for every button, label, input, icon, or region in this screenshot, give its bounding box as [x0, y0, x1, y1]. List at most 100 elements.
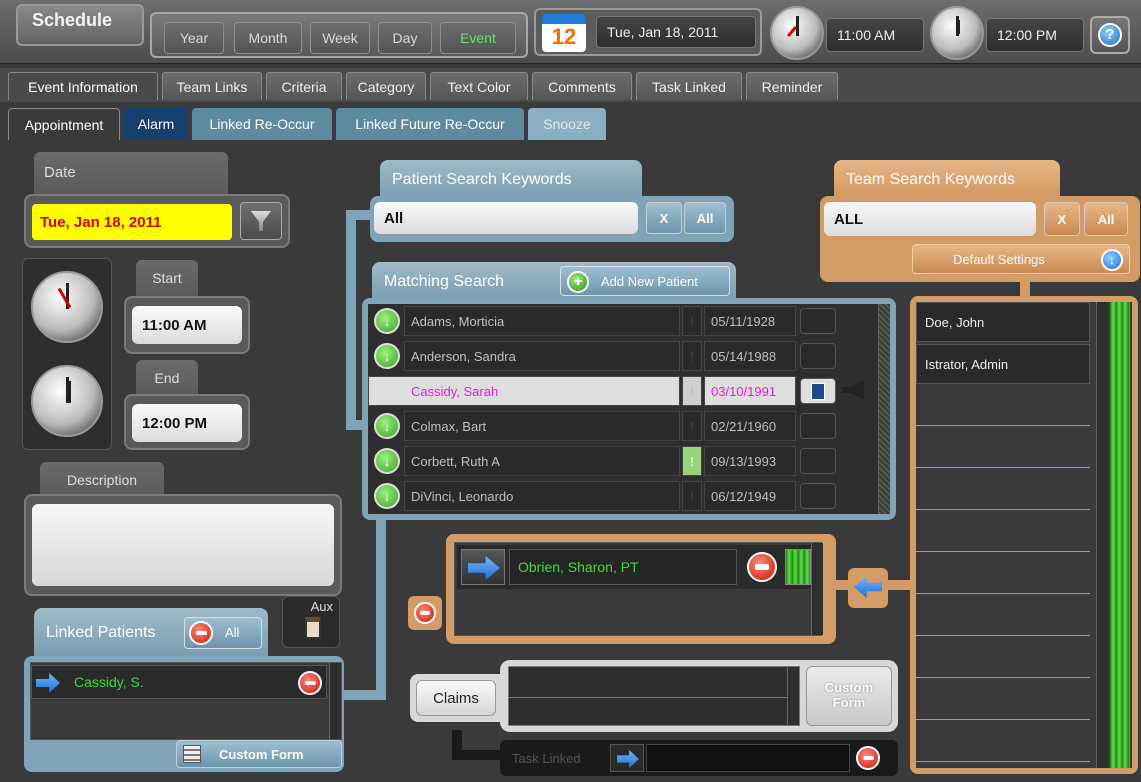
table-row[interactable]: Cassidy, Sarah! 03/10/1991 [368, 374, 878, 408]
end-time-field[interactable]: 12:00 PM [132, 404, 242, 442]
tab-event-information[interactable]: Event Information [8, 72, 158, 100]
description-field[interactable] [32, 504, 334, 586]
aux-button[interactable]: Aux [282, 596, 340, 648]
default-settings-dropdown[interactable]: Default Settings ↓ [912, 244, 1130, 274]
end-clock-icon[interactable] [930, 6, 984, 60]
table-row[interactable]: ↓ Adams, Morticia! 05/11/1928 [368, 304, 878, 338]
tab-criteria[interactable]: Criteria [266, 72, 342, 100]
remove-team-link-button[interactable] [408, 596, 442, 630]
remove-all-linked-button[interactable]: All [184, 617, 262, 649]
linked-patients-scrollbar[interactable] [329, 663, 341, 739]
blue-right-arrow-icon [36, 673, 60, 693]
team-search-all-button[interactable]: All [1084, 202, 1128, 236]
end-label: End [136, 360, 198, 398]
unlink-team-button[interactable] [461, 549, 505, 585]
patient-name: Cassidy, Sarah [368, 376, 680, 406]
header-end-time[interactable]: 12:00 PM [986, 18, 1084, 52]
list-item[interactable] [916, 638, 1090, 678]
claims-button[interactable]: Claims [416, 680, 496, 716]
table-row[interactable]: ↓ Anderson, Sandra! 05/14/1988 [368, 339, 878, 373]
date-field[interactable]: Tue, Jan 18, 2011 [32, 204, 232, 240]
green-down-arrow-icon[interactable]: ↓ [374, 448, 400, 474]
list-item[interactable]: Cassidy, S. [31, 665, 327, 699]
green-down-arrow-icon[interactable]: ↓ [374, 483, 400, 509]
list-item[interactable]: Obrien, Sharon, PT [457, 545, 811, 589]
tab-task-linked[interactable]: Task Linked [636, 72, 742, 100]
patient-search-clear-button[interactable]: X [646, 202, 682, 234]
green-down-arrow-icon[interactable]: ↓ [374, 343, 400, 369]
patient-name: Colmax, Bart [404, 411, 680, 441]
view-year-button[interactable]: Year [164, 22, 224, 54]
list-item[interactable] [916, 428, 1090, 468]
claims-scrollbar[interactable] [787, 667, 799, 725]
linked-patient-name: Cassidy, S. [74, 674, 144, 690]
subtab-alarm[interactable]: Alarm [124, 108, 188, 140]
subtab-appointment[interactable]: Appointment [8, 108, 120, 140]
table-row[interactable]: ↓ Corbett, Ruth A! 09/13/1993 [368, 444, 878, 478]
patient-search-input[interactable]: All [374, 202, 638, 234]
list-item[interactable]: Doe, John [916, 302, 1090, 342]
calendar-icon[interactable]: 12 [542, 14, 586, 52]
list-item[interactable] [916, 386, 1090, 426]
start-time-field[interactable]: 11:00 AM [132, 306, 242, 344]
view-month-button[interactable]: Month [234, 22, 302, 54]
patient-search-all-button[interactable]: All [684, 202, 726, 234]
end-clock-icon [31, 365, 103, 437]
list-item[interactable] [916, 722, 1090, 762]
header-start-time[interactable]: 11:00 AM [826, 18, 924, 52]
filter-button[interactable] [240, 202, 282, 240]
document-icon [811, 383, 825, 400]
subtab-linked-future-re-occur[interactable]: Linked Future Re-Occur [336, 108, 524, 140]
table-row[interactable]: ↓ DiVinci, Leonardo! 06/12/1949 [368, 479, 878, 513]
patient-name: Anderson, Sandra [404, 341, 680, 371]
list-item[interactable] [916, 470, 1090, 510]
default-settings-label: Default Settings [953, 251, 1045, 267]
remove-task-linked-icon[interactable] [856, 746, 880, 770]
task-linked-arrow-button[interactable] [610, 744, 644, 772]
help-button[interactable]: ? [1090, 16, 1130, 54]
team-search-input[interactable]: ALL [824, 202, 1036, 236]
subtab-linked-re-occur[interactable]: Linked Re-Occur [192, 108, 332, 140]
green-down-arrow-icon[interactable]: ↓ [374, 308, 400, 334]
list-item[interactable] [916, 554, 1090, 594]
add-new-patient-button[interactable]: + Add New Patient [560, 266, 730, 296]
link-team-button[interactable] [848, 568, 888, 608]
table-row[interactable]: ↓ Colmax, Bart! 02/21/1960 [368, 409, 878, 443]
list-item[interactable] [916, 596, 1090, 636]
remove-linked-team-icon[interactable] [747, 552, 777, 582]
view-week-button[interactable]: Week [310, 22, 370, 54]
tab-comments[interactable]: Comments [532, 72, 632, 100]
claims-custom-form-button[interactable]: Custom Form [806, 666, 892, 726]
document-button[interactable] [800, 378, 836, 404]
patient-list-scrollbar[interactable] [878, 304, 890, 514]
team-search-clear-button[interactable]: X [1044, 202, 1080, 236]
linked-custom-form-button[interactable]: Custom Form [176, 740, 342, 768]
end-panel: 12:00 PM [124, 394, 250, 450]
view-day-button[interactable]: Day [378, 22, 432, 54]
remove-linked-patient-icon[interactable] [298, 671, 322, 695]
aux-label: Aux [310, 599, 333, 614]
megaphone-icon[interactable] [842, 380, 866, 402]
connector-line [452, 750, 502, 760]
list-item[interactable]: Istrator, Admin [916, 344, 1090, 384]
linked-team-scrollbar[interactable] [811, 543, 823, 635]
tab-text-color[interactable]: Text Color [430, 72, 528, 100]
subtab-snooze[interactable]: Snooze [528, 108, 606, 140]
green-down-arrow-icon[interactable]: ↓ [374, 413, 400, 439]
tab-category[interactable]: Category [346, 72, 426, 100]
team-list-scrollbar[interactable] [1096, 302, 1108, 768]
alert-flag: ! [682, 446, 702, 476]
date-panel: Tue, Jan 18, 2011 [24, 194, 290, 248]
task-linked-field[interactable] [646, 744, 850, 772]
alert-flag: ! [682, 306, 702, 336]
view-event-button[interactable]: Event [440, 22, 516, 54]
header-date-field[interactable]: Tue, Jan 18, 2011 [596, 16, 756, 48]
linked-team-list: Obrien, Sharon, PT [454, 542, 823, 636]
start-clock-icon[interactable] [770, 6, 824, 60]
list-item[interactable] [916, 512, 1090, 552]
tab-reminder[interactable]: Reminder [746, 72, 838, 100]
tab-team-links[interactable]: Team Links [162, 72, 262, 100]
list-item[interactable] [916, 680, 1090, 720]
status-indicator [785, 549, 811, 585]
filter-icon [251, 211, 271, 231]
